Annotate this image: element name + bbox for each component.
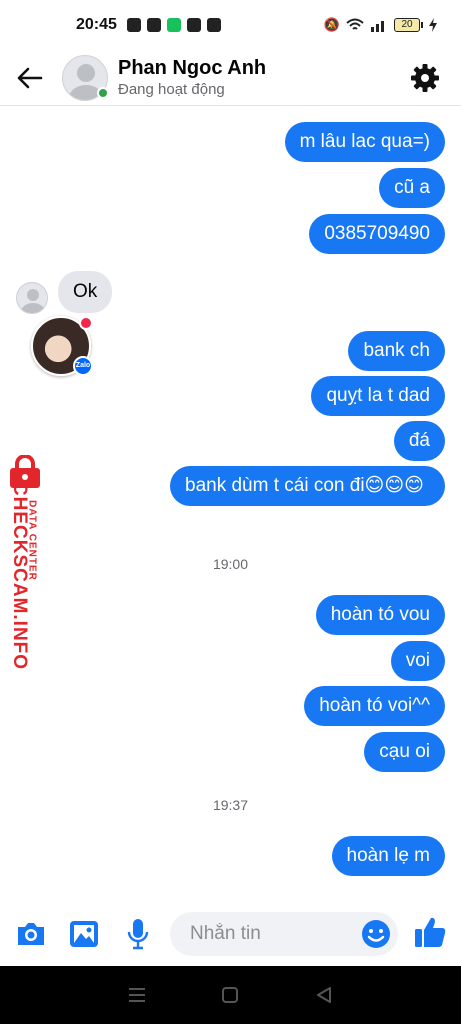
unread-badge <box>79 316 93 330</box>
voice-button[interactable] <box>118 914 158 954</box>
warning-notification-icon <box>186 18 201 32</box>
wifi-icon <box>346 18 364 30</box>
back-button[interactable] <box>2 50 58 106</box>
settings-gear-icon <box>411 63 439 92</box>
back-nav-button[interactable] <box>309 980 339 1010</box>
recents-icon <box>128 988 145 1002</box>
contact-name: Phan Ngoc Anh <box>118 56 267 79</box>
floating-chat-head[interactable]: Zalo <box>31 316 93 376</box>
outgoing-message[interactable]: hoàn tó voi^^ <box>304 686 445 726</box>
sender-avatar <box>16 282 48 314</box>
gallery-button[interactable] <box>64 914 104 954</box>
zalo-notification-icon <box>126 18 141 32</box>
outgoing-message[interactable]: hoàn tó vou <box>315 595 445 635</box>
status-time: 20:45 <box>76 16 117 33</box>
like-button[interactable] <box>410 912 450 952</box>
contact-title[interactable]: Phan Ngoc Anh Đang hoạt động <box>118 56 266 100</box>
recents-button[interactable] <box>122 980 152 1010</box>
back-icon <box>317 987 332 1003</box>
contact-avatar[interactable] <box>62 54 109 101</box>
back-arrow-icon <box>17 67 43 88</box>
status-bar: 20:45 🔕 20 <box>0 0 461 50</box>
emoji-button[interactable] <box>356 914 396 954</box>
outgoing-message[interactable]: hoàn lẹ m <box>331 836 445 876</box>
mute-icon: 🔕 <box>323 17 340 32</box>
emoji-icon <box>362 920 390 948</box>
camera-icon <box>18 923 44 945</box>
thumbs-up-icon <box>415 917 446 947</box>
message-composer <box>0 902 461 966</box>
timestamp: 19:00 <box>212 556 249 572</box>
signal-icon <box>371 21 384 32</box>
contact-notification-icon <box>146 18 161 32</box>
conversation-header: Phan Ngoc Anh Đang hoạt động <box>0 50 461 106</box>
outgoing-message[interactable]: bank dùm t cái con đi😊😊😊 <box>170 466 445 506</box>
outgoing-message[interactable]: m lâu lac qua=) <box>284 122 445 162</box>
outgoing-message[interactable]: quỵt la t dad <box>311 376 445 416</box>
notification-icons <box>126 18 221 32</box>
battery-level: 20 <box>394 18 420 32</box>
mail-notification-icon <box>206 18 221 32</box>
watermark: DATA CENTER CHECKSCAM.INFO <box>2 455 50 675</box>
incoming-message[interactable]: Ok <box>58 271 113 313</box>
status-right: 🔕 20 <box>324 17 437 33</box>
timestamp: 19:37 <box>212 797 249 813</box>
system-nav-bar <box>0 966 461 1024</box>
charging-icon <box>429 18 437 32</box>
chat-notification-icon <box>166 18 181 32</box>
outgoing-message[interactable]: bank ch <box>348 331 445 371</box>
home-icon <box>222 987 239 1003</box>
image-icon <box>70 921 98 947</box>
home-button[interactable] <box>215 980 245 1010</box>
zalo-app-badge: Zalo <box>73 356 93 376</box>
outgoing-message[interactable]: cũ a <box>379 168 445 208</box>
contact-status: Đang hoạt động <box>118 80 225 98</box>
outgoing-message[interactable]: voi <box>390 641 445 681</box>
outgoing-message[interactable]: cạu oi <box>364 732 445 772</box>
watermark-title: CHECKSCAM.INFO <box>9 481 30 671</box>
battery-icon: 20 <box>394 18 423 32</box>
online-indicator <box>97 86 109 99</box>
settings-button[interactable] <box>409 62 441 94</box>
message-list[interactable]: m lâu lac qua=) cũ a 0385709490 Ok bank … <box>0 107 461 902</box>
microphone-icon <box>127 919 149 950</box>
outgoing-message[interactable]: 0385709490 <box>309 214 445 254</box>
outgoing-message[interactable]: đá <box>393 421 445 461</box>
camera-button[interactable] <box>11 914 51 954</box>
